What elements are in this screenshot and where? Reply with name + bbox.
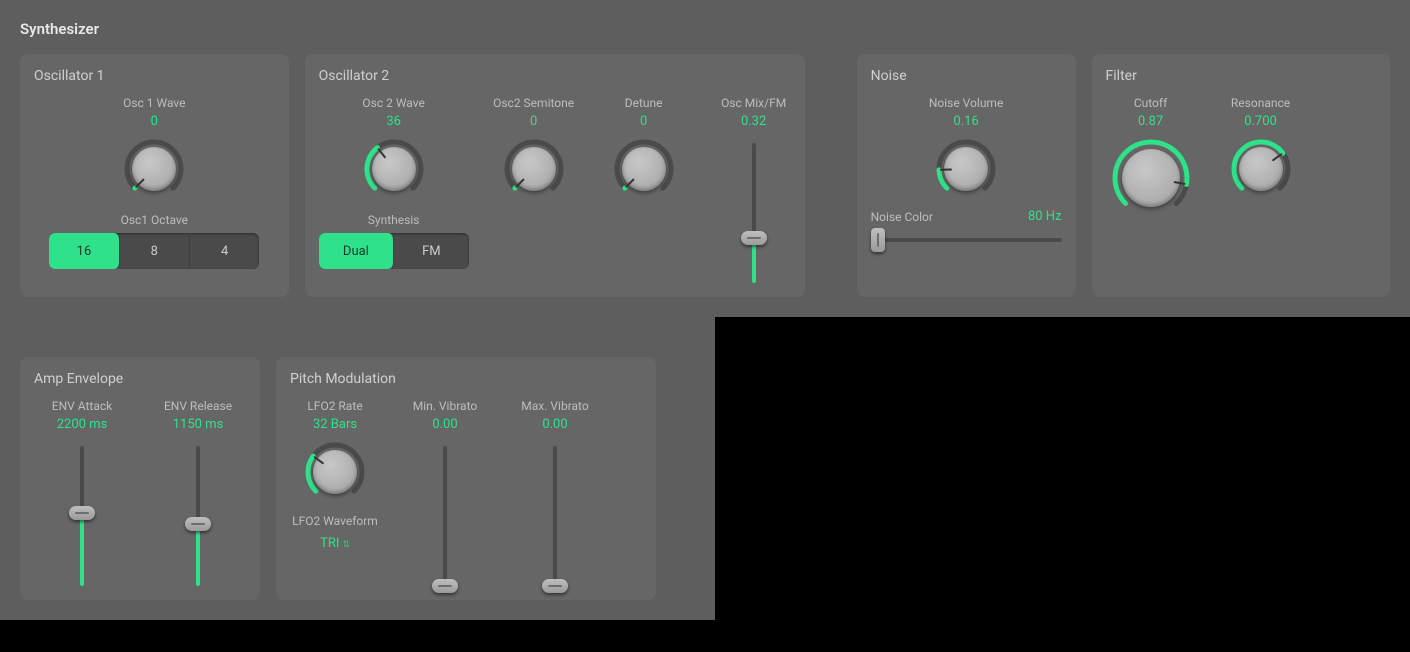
lfo2-rate-knob[interactable] <box>305 442 365 502</box>
lfo2-waveform-value: TRI <box>320 536 339 551</box>
filter-cutoff-label: Cutoff <box>1134 96 1167 110</box>
noise-section: Noise Noise Volume 0.16 Noise Color 80 H… <box>857 54 1076 297</box>
filter-resonance-value: 0.700 <box>1244 114 1277 129</box>
segment-FM[interactable]: FM <box>394 233 469 269</box>
filter-cutoff-knob[interactable] <box>1112 139 1190 217</box>
osc1-wave-value: 0 <box>151 114 158 129</box>
min-vibrato-value: 0.00 <box>432 417 457 432</box>
osc2-detune-label: Detune <box>625 96 663 110</box>
amp-release-label: ENV Release <box>164 399 232 413</box>
noise-color-slider[interactable] <box>871 230 1062 250</box>
osc2-wave-label: Osc 2 Wave <box>362 96 424 110</box>
min-vibrato-control: Min. Vibrato 0.00 <box>400 399 490 586</box>
amp-attack-value: 2200 ms <box>57 417 108 432</box>
oscillator-1-section: Oscillator 1 Osc 1 Wave 0 Osc1 Octave 16… <box>20 54 289 297</box>
oscillator-2-section: Oscillator 2 Osc 2 Wave 36 Synthesis Dua… <box>305 54 805 297</box>
amp-attack-control: ENV Attack 2200 ms <box>37 399 127 586</box>
lfo2-rate-control: LFO2 Rate 32 Bars <box>290 399 380 502</box>
osc1-wave-control: Osc 1 Wave 0 <box>34 96 275 199</box>
noise-color-value: 80 Hz <box>1028 209 1062 224</box>
bottom-row-wrap: Amp Envelope ENV Attack 2200 ms ENV Rele… <box>0 317 715 620</box>
osc2-mix-control: Osc Mix/FM 0.32 <box>709 96 799 283</box>
filter-resonance-control: Resonance 0.700 <box>1216 96 1306 199</box>
filter-cutoff-control: Cutoff 0.87 <box>1106 96 1196 217</box>
min-vibrato-label: Min. Vibrato <box>413 399 477 413</box>
osc2-synthesis-segmented: DualFM <box>319 233 469 269</box>
lfo2-rate-label: LFO2 Rate <box>307 399 362 413</box>
lfo2-rate-value: 32 Bars <box>313 417 357 432</box>
noise-volume-knob[interactable] <box>936 139 996 199</box>
osc2-detune-value: 0 <box>640 114 647 129</box>
noise-volume-control: Noise Volume 0.16 <box>871 96 1062 199</box>
filter-resonance-label: Resonance <box>1231 96 1290 110</box>
amp-attack-label: ENV Attack <box>52 399 112 413</box>
segment-16[interactable]: 16 <box>49 233 119 269</box>
amp-envelope-section: Amp Envelope ENV Attack 2200 ms ENV Rele… <box>20 357 260 600</box>
filter-cutoff-value: 0.87 <box>1138 114 1163 129</box>
max-vibrato-control: Max. Vibrato 0.00 <box>510 399 600 586</box>
amp-release-control: ENV Release 1150 ms <box>153 399 243 586</box>
osc2-detune-knob[interactable] <box>614 139 674 199</box>
amp-release-slider[interactable] <box>186 446 210 586</box>
dropdown-arrows-icon: ⇅ <box>342 540 350 550</box>
max-vibrato-label: Max. Vibrato <box>521 399 588 413</box>
osc1-octave-label: Osc1 Octave <box>34 213 275 227</box>
noise-volume-value: 0.16 <box>953 114 978 129</box>
section-title: Filter <box>1106 68 1376 84</box>
filter-section: Filter Cutoff 0.87 Resonance 0.700 <box>1092 54 1390 297</box>
osc2-synthesis-label: Synthesis <box>368 213 420 227</box>
section-title: Amp Envelope <box>34 371 246 387</box>
section-title: Oscillator 2 <box>319 68 791 84</box>
filter-resonance-knob[interactable] <box>1231 139 1291 199</box>
synthesizer-panel: Synthesizer Oscillator 1 Osc 1 Wave 0 Os… <box>0 0 1410 317</box>
osc2-semitone-label: Osc2 Semitone <box>493 96 574 110</box>
max-vibrato-value: 0.00 <box>542 417 567 432</box>
segment-4[interactable]: 4 <box>190 233 259 269</box>
noise-volume-label: Noise Volume <box>929 96 1004 110</box>
pitch-modulation-section: Pitch Modulation LFO2 Rate 32 Bars LFO2 … <box>276 357 656 600</box>
lfo2-waveform-label: LFO2 Waveform <box>292 514 378 528</box>
section-title: Oscillator 1 <box>34 68 275 84</box>
noise-color-label: Noise Color <box>871 210 933 224</box>
osc2-semitone-value: 0 <box>530 114 537 129</box>
section-title: Pitch Modulation <box>290 371 642 387</box>
osc1-octave-segmented: 1684 <box>49 233 259 269</box>
osc2-wave-knob[interactable] <box>364 139 424 199</box>
osc2-mix-label: Osc Mix/FM <box>721 96 786 110</box>
osc2-mix-value: 0.32 <box>741 114 766 129</box>
section-title: Noise <box>871 68 1062 84</box>
panel-title: Synthesizer <box>20 20 1390 38</box>
osc2-semitone-knob[interactable] <box>504 139 564 199</box>
top-row: Oscillator 1 Osc 1 Wave 0 Osc1 Octave 16… <box>20 54 1390 297</box>
lfo2-waveform-dropdown[interactable]: TRI⇅ <box>320 536 350 551</box>
amp-attack-slider[interactable] <box>70 446 94 586</box>
osc2-mix-slider[interactable] <box>742 143 766 283</box>
osc2-wave-value: 36 <box>386 114 401 129</box>
max-vibrato-slider[interactable] <box>543 446 567 586</box>
osc2-wave-control: Osc 2 Wave 36 <box>349 96 439 199</box>
osc1-wave-label: Osc 1 Wave <box>123 96 185 110</box>
amp-release-value: 1150 ms <box>173 417 224 432</box>
osc1-wave-knob[interactable] <box>124 139 184 199</box>
min-vibrato-slider[interactable] <box>433 446 457 586</box>
segment-8[interactable]: 8 <box>120 233 190 269</box>
osc2-detune-control: Detune 0 <box>599 96 689 199</box>
osc2-semitone-control: Osc2 Semitone 0 <box>489 96 579 199</box>
segment-Dual[interactable]: Dual <box>319 233 395 269</box>
